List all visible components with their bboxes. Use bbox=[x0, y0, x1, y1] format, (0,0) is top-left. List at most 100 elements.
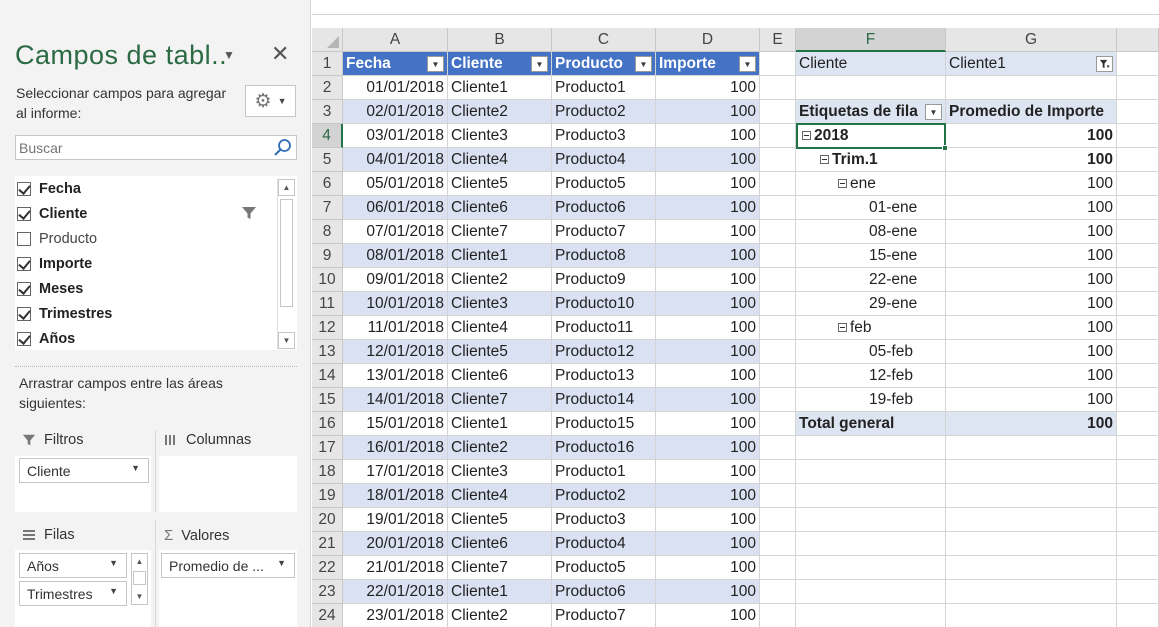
row-header[interactable]: 1 bbox=[312, 52, 343, 76]
field-item[interactable]: Trimestres bbox=[15, 301, 275, 326]
field-item[interactable]: Importe bbox=[15, 251, 275, 276]
scroll-down-icon[interactable]: ▼ bbox=[132, 589, 147, 604]
table-cell[interactable]: 10/01/2018 bbox=[343, 292, 448, 316]
filter-dropdown-icon[interactable]: ▼ bbox=[739, 56, 756, 72]
columns-drop-area[interactable] bbox=[159, 456, 297, 512]
table-cell[interactable]: Cliente2 bbox=[448, 100, 552, 124]
pivot-cell[interactable] bbox=[796, 436, 946, 460]
row-header[interactable]: 4 bbox=[312, 124, 343, 148]
pivot-row-value[interactable]: 100 bbox=[946, 292, 1117, 316]
row-labels-dropdown-icon[interactable]: ▼ bbox=[925, 104, 942, 120]
table-cell[interactable]: Producto6 bbox=[552, 196, 656, 220]
filter-dropdown-icon[interactable]: ▼ bbox=[635, 56, 652, 72]
pivot-cell[interactable] bbox=[946, 508, 1117, 532]
pivot-cell[interactable] bbox=[796, 604, 946, 627]
row-header[interactable]: 13 bbox=[312, 340, 343, 364]
row-header[interactable]: 5 bbox=[312, 148, 343, 172]
table-cell[interactable]: Producto1 bbox=[552, 460, 656, 484]
sheet-cell[interactable] bbox=[760, 316, 796, 340]
table-cell[interactable]: 100 bbox=[656, 604, 760, 627]
pivot-cell[interactable]: 29-ene bbox=[796, 292, 946, 316]
table-cell[interactable]: Producto12 bbox=[552, 340, 656, 364]
column-header-d[interactable]: D bbox=[656, 28, 760, 52]
row-header[interactable]: 9 bbox=[312, 244, 343, 268]
pivot-cell[interactable] bbox=[946, 460, 1117, 484]
sheet-cell[interactable] bbox=[1117, 460, 1159, 484]
pivot-cell[interactable]: Etiquetas de fila ▼ bbox=[796, 100, 946, 124]
column-header-a[interactable]: A bbox=[343, 28, 448, 52]
table-header-cell[interactable]: Importe ▼ bbox=[656, 52, 760, 76]
pivot-cell[interactable] bbox=[946, 604, 1117, 627]
row-pill-trimestres[interactable]: Trimestres ▼ bbox=[19, 581, 127, 606]
close-icon[interactable]: ✕ bbox=[271, 41, 289, 67]
pivot-cell[interactable]: 12-feb bbox=[796, 364, 946, 388]
table-cell[interactable]: Cliente4 bbox=[448, 148, 552, 172]
table-cell[interactable]: Cliente4 bbox=[448, 316, 552, 340]
rows-scrollbar[interactable]: ▲ ▼ bbox=[131, 553, 148, 605]
collapse-minus-icon[interactable] bbox=[820, 155, 829, 164]
table-cell[interactable]: 100 bbox=[656, 484, 760, 508]
table-cell[interactable]: Producto7 bbox=[552, 220, 656, 244]
pivot-filter-label[interactable]: Cliente bbox=[796, 52, 946, 76]
table-cell[interactable]: Producto7 bbox=[552, 604, 656, 627]
sheet-cell[interactable] bbox=[1117, 124, 1159, 148]
pivot-cell[interactable]: Trim.1 bbox=[796, 148, 946, 172]
tools-button[interactable]: ⚙ ▼ bbox=[245, 85, 296, 117]
collapse-minus-icon[interactable] bbox=[838, 323, 847, 332]
table-cell[interactable]: Producto9 bbox=[552, 268, 656, 292]
pivot-cell[interactable]: ene bbox=[796, 172, 946, 196]
table-cell[interactable]: 100 bbox=[656, 148, 760, 172]
table-cell[interactable]: Cliente3 bbox=[448, 292, 552, 316]
table-cell[interactable]: 22/01/2018 bbox=[343, 580, 448, 604]
table-cell[interactable]: 100 bbox=[656, 532, 760, 556]
table-cell[interactable]: 11/01/2018 bbox=[343, 316, 448, 340]
pivot-row-value[interactable]: 100 bbox=[946, 364, 1117, 388]
sheet-cell[interactable] bbox=[1117, 148, 1159, 172]
table-cell[interactable]: Cliente2 bbox=[448, 268, 552, 292]
field-checkbox[interactable] bbox=[17, 256, 31, 271]
pivot-cell[interactable] bbox=[946, 436, 1117, 460]
row-pill-anos[interactable]: Años ▼ bbox=[19, 553, 127, 578]
pivot-cell[interactable]: Cliente1 bbox=[946, 52, 1117, 76]
table-cell[interactable]: 08/01/2018 bbox=[343, 244, 448, 268]
field-checkbox[interactable] bbox=[17, 206, 31, 221]
pivot-row-value[interactable]: 100 bbox=[946, 124, 1117, 148]
row-header[interactable]: 2 bbox=[312, 76, 343, 100]
table-cell[interactable]: Producto1 bbox=[552, 76, 656, 100]
sheet-cell[interactable] bbox=[760, 244, 796, 268]
pivot-cell[interactable] bbox=[796, 532, 946, 556]
pivot-row-value[interactable]: 100 bbox=[946, 148, 1117, 172]
table-cell[interactable]: Cliente5 bbox=[448, 172, 552, 196]
filter-dropdown-icon[interactable]: ▼ bbox=[531, 56, 548, 72]
table-cell[interactable]: 15/01/2018 bbox=[343, 412, 448, 436]
scroll-thumb[interactable] bbox=[280, 199, 293, 307]
row-header[interactable]: 15 bbox=[312, 388, 343, 412]
row-header[interactable]: 17 bbox=[312, 436, 343, 460]
pivot-cell[interactable]: 19-feb bbox=[796, 388, 946, 412]
column-header-h[interactable] bbox=[1117, 28, 1159, 52]
sheet-cell[interactable] bbox=[1117, 436, 1159, 460]
field-list-scrollbar[interactable]: ▲ ▼ bbox=[277, 179, 295, 349]
sheet-cell[interactable] bbox=[760, 340, 796, 364]
table-cell[interactable]: Cliente7 bbox=[448, 388, 552, 412]
table-cell[interactable]: Producto14 bbox=[552, 388, 656, 412]
search-input[interactable] bbox=[16, 136, 271, 159]
table-cell[interactable]: 100 bbox=[656, 124, 760, 148]
table-cell[interactable]: Producto5 bbox=[552, 556, 656, 580]
row-header[interactable]: 20 bbox=[312, 508, 343, 532]
table-cell[interactable]: Producto3 bbox=[552, 124, 656, 148]
table-cell[interactable]: 100 bbox=[656, 244, 760, 268]
sheet-cell[interactable] bbox=[1117, 580, 1159, 604]
table-cell[interactable]: Cliente1 bbox=[448, 76, 552, 100]
pivot-row-value[interactable]: 100 bbox=[946, 196, 1117, 220]
table-cell[interactable]: Producto11 bbox=[552, 316, 656, 340]
sheet-cell[interactable] bbox=[760, 484, 796, 508]
table-cell[interactable]: 13/01/2018 bbox=[343, 364, 448, 388]
table-cell[interactable]: Cliente7 bbox=[448, 556, 552, 580]
pivot-cell[interactable] bbox=[796, 556, 946, 580]
sheet-cell[interactable] bbox=[1117, 604, 1159, 627]
table-cell[interactable]: Producto13 bbox=[552, 364, 656, 388]
field-item[interactable]: Fecha bbox=[15, 176, 275, 201]
table-cell[interactable]: Producto10 bbox=[552, 292, 656, 316]
pivot-row-value[interactable]: 100 bbox=[946, 316, 1117, 340]
